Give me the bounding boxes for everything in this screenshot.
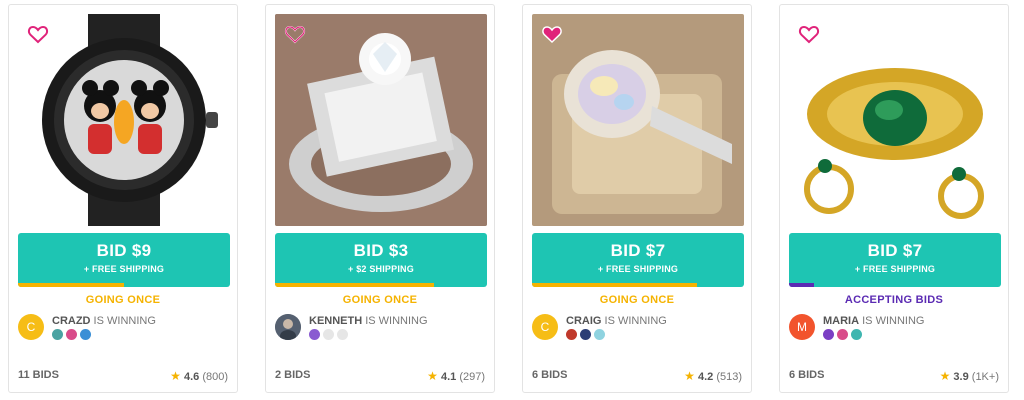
avatar[interactable]: M <box>789 314 815 340</box>
opal-ring-image[interactable] <box>532 14 744 226</box>
auction-card[interactable]: BID $7 + FREE SHIPPING ACCEPTING BIDS M … <box>779 4 1009 393</box>
winner-text: CRAZD IS WINNING <box>52 315 156 327</box>
star-icon: ★ <box>684 369 695 383</box>
bid-count: 6 BIDS <box>532 369 568 381</box>
winner-name[interactable]: KENNETH <box>309 315 362 327</box>
shipping-label: + FREE SHIPPING <box>83 264 165 274</box>
auction-status: GOING ONCE <box>599 294 675 306</box>
seller-rating[interactable]: ★ 4.2 (513) <box>684 369 742 383</box>
auction-status: GOING ONCE <box>85 294 161 306</box>
bid-count: 11 BIDS <box>18 369 59 381</box>
badge-icon <box>80 329 91 340</box>
bid-label: BID $9 <box>96 241 152 260</box>
badge-icon <box>851 329 862 340</box>
bid-label: BID $3 <box>353 241 409 260</box>
winner-text: MARIA IS WINNING <box>823 315 925 327</box>
star-icon: ★ <box>939 369 951 383</box>
winner-name[interactable]: CRAIG <box>566 315 601 327</box>
winner-row: M MARIA IS WINNING <box>789 314 1001 350</box>
shipping-label: + FREE SHIPPING <box>854 264 936 274</box>
bid-button[interactable]: BID $7 + FREE SHIPPING <box>789 233 1001 287</box>
winner-text: CRAIG IS WINNING <box>566 315 667 327</box>
shipping-label: + $2 SHIPPING <box>348 264 414 274</box>
badge-icon <box>337 329 348 340</box>
star-icon: ★ <box>170 369 181 383</box>
heart-icon[interactable] <box>797 22 821 46</box>
badge-icon <box>594 329 605 340</box>
winner-row: C CRAZD IS WINNING <box>18 314 230 350</box>
winner-text: KENNETH IS WINNING <box>309 315 428 327</box>
heart-icon[interactable] <box>26 22 50 46</box>
seller-rating[interactable]: ★ 3.9 (1K+) <box>940 369 999 383</box>
time-progress-bar <box>532 283 698 287</box>
auction-grid: BID $9 + FREE SHIPPING GOING ONCE C CRAZ… <box>0 0 1024 400</box>
bid-label: BID $7 <box>610 241 666 260</box>
seller-rating[interactable]: ★ 4.1 (297) <box>427 369 485 383</box>
time-progress-bar <box>18 283 124 287</box>
user-badges <box>52 329 91 340</box>
avatar[interactable] <box>275 314 301 340</box>
bid-button[interactable]: BID $7 + FREE SHIPPING <box>532 233 744 287</box>
heart-icon[interactable] <box>283 22 307 46</box>
diamond-ring-image[interactable] <box>275 14 487 226</box>
badge-icon <box>66 329 77 340</box>
badge-icon <box>566 329 577 340</box>
winner-row: C CRAIG IS WINNING <box>532 314 744 350</box>
winner-name[interactable]: CRAZD <box>52 315 91 327</box>
heart-icon[interactable] <box>540 22 564 46</box>
time-progress-bar <box>789 283 815 287</box>
time-progress-bar <box>275 283 434 287</box>
avatar[interactable]: C <box>532 314 558 340</box>
emerald-ring-image[interactable] <box>789 14 1001 226</box>
badge-icon <box>52 329 63 340</box>
bid-count: 2 BIDS <box>275 369 311 381</box>
auction-card[interactable]: BID $3 + $2 SHIPPING GOING ONCE KENNETH … <box>265 4 495 393</box>
star-icon: ★ <box>427 369 438 383</box>
auction-status: ACCEPTING BIDS <box>844 294 944 306</box>
badge-icon <box>309 329 320 340</box>
badge-icon <box>823 329 834 340</box>
user-badges <box>566 329 605 340</box>
bid-label: BID $7 <box>867 241 923 260</box>
auction-card[interactable]: BID $7 + FREE SHIPPING GOING ONCE C CRAI… <box>522 4 752 393</box>
shipping-label: + FREE SHIPPING <box>597 264 679 274</box>
auction-status: GOING ONCE <box>342 294 418 306</box>
watch-image[interactable] <box>18 14 230 226</box>
badge-icon <box>837 329 848 340</box>
winner-row: KENNETH IS WINNING <box>275 314 487 350</box>
badge-icon <box>580 329 591 340</box>
bid-button[interactable]: BID $3 + $2 SHIPPING <box>275 233 487 287</box>
user-badges <box>823 329 862 340</box>
bid-button[interactable]: BID $9 + FREE SHIPPING <box>18 233 230 287</box>
bid-count: 6 BIDS <box>789 369 825 381</box>
badge-icon <box>323 329 334 340</box>
auction-card[interactable]: BID $9 + FREE SHIPPING GOING ONCE C CRAZ… <box>8 4 238 393</box>
winner-name[interactable]: MARIA <box>823 315 859 327</box>
user-badges <box>309 329 348 340</box>
seller-rating[interactable]: ★ 4.6 (800) <box>170 369 228 383</box>
avatar[interactable]: C <box>18 314 44 340</box>
